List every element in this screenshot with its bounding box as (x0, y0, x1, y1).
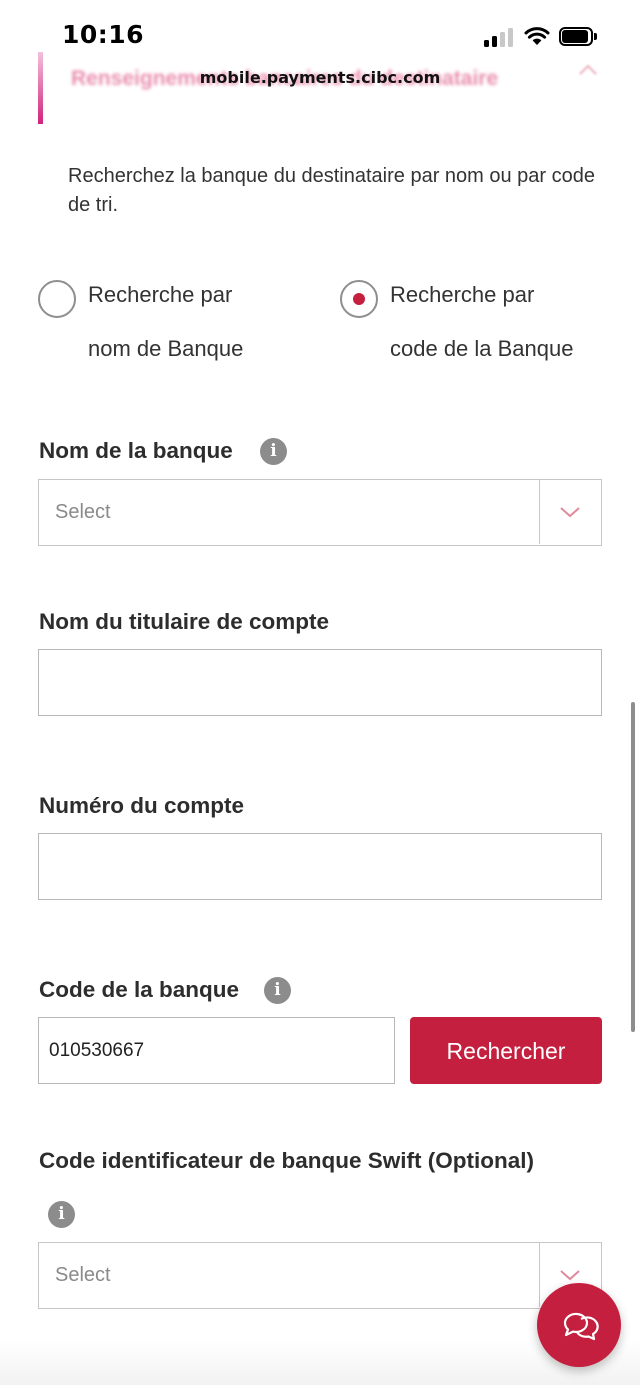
intro-text: Recherchez la banque du destinataire par… (68, 165, 596, 216)
info-icon[interactable]: i (48, 1201, 75, 1228)
cellular-signal-icon (484, 27, 516, 47)
battery-icon (559, 27, 597, 46)
info-icon[interactable]: i (260, 438, 287, 465)
bank-name-label: Nom de la banque (39, 438, 233, 463)
account-number-input[interactable] (38, 833, 602, 900)
chat-button[interactable] (537, 1283, 621, 1367)
status-bar: 10:16 (0, 0, 640, 70)
radio-label-name: Recherche par nom de Banque (88, 282, 244, 361)
swift-code-select[interactable]: Select (38, 1242, 602, 1309)
bank-code-input[interactable] (38, 1017, 395, 1084)
radio-selected[interactable] (340, 280, 378, 318)
bank-code-label: Code de la banque (39, 977, 240, 1002)
bank-name-placeholder: Select (55, 501, 111, 523)
swift-code-placeholder: Select (55, 1264, 111, 1286)
bank-name-select[interactable]: Select (38, 479, 602, 546)
chat-icon (563, 1312, 599, 1341)
info-icon[interactable]: i (264, 977, 291, 1004)
account-holder-input[interactable] (38, 649, 602, 716)
account-number-label: Numéro du compte (39, 793, 245, 818)
chevron-down-icon[interactable] (559, 505, 581, 519)
swift-code-label: Code identificateur de banque Swift (Opt… (39, 1148, 535, 1173)
chevron-down-icon[interactable] (559, 1268, 581, 1282)
search-button[interactable]: Rechercher (410, 1017, 602, 1084)
status-time: 10:16 (62, 20, 145, 49)
wifi-icon (524, 27, 550, 45)
radio-unselected[interactable] (38, 280, 76, 318)
scrollbar[interactable] (631, 702, 635, 1032)
account-holder-label: Nom du titulaire de compte (39, 609, 330, 634)
radio-label-code: Recherche par code de la Banque (390, 282, 574, 361)
browser-url[interactable]: mobile.payments.cibc.com (0, 68, 640, 87)
